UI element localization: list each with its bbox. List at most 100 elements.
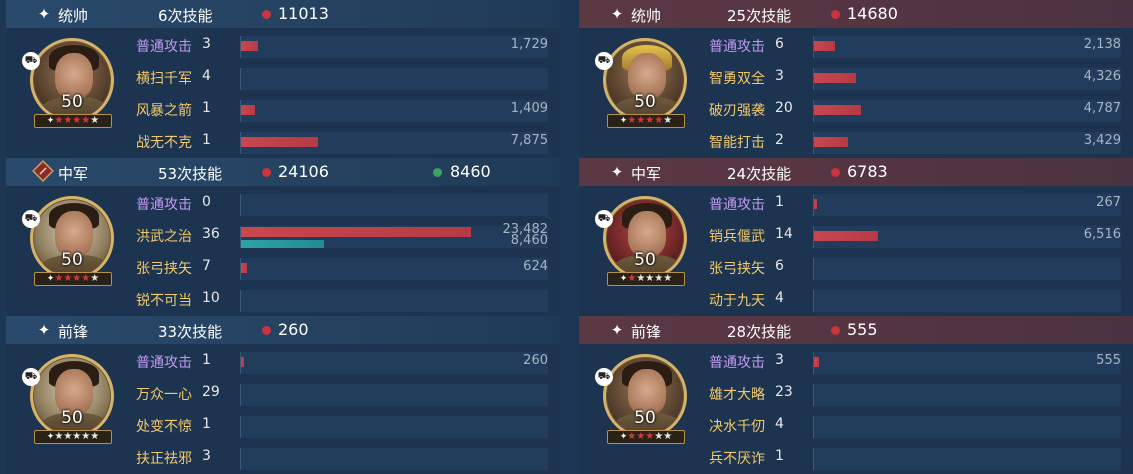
skill-name[interactable]: 普通攻击: [136, 352, 192, 372]
total-damage: 14680: [847, 4, 898, 23]
star-icon: ★: [654, 431, 664, 442]
section-body: 50 ✦★★★★★ ⛟ 普通攻击 1 267 销兵偃武 14 6,516 张弓挟矢 6 动于九天 4: [579, 186, 1133, 316]
skill-name[interactable]: 破刃强袭: [709, 100, 765, 120]
star-icon: ★: [645, 273, 655, 284]
general-card[interactable]: 50 ✦★★★★★: [30, 38, 114, 130]
skill-name[interactable]: 洪武之治: [136, 226, 192, 246]
skill-name[interactable]: 扶正祛邪: [136, 448, 192, 468]
skill-use-count: 2: [775, 132, 784, 148]
damage-value: 4,326: [1083, 69, 1121, 84]
skill-row: 普通攻击 0: [136, 190, 560, 220]
total-damage: 6783: [847, 162, 888, 181]
skill-name[interactable]: 普通攻击: [709, 194, 765, 214]
skill-use-count: 6: [775, 36, 784, 52]
skill-name[interactable]: 决水千仞: [709, 416, 765, 436]
skill-name[interactable]: 横扫千军: [136, 68, 192, 88]
bar-track: [813, 258, 1121, 280]
damage-dot-icon: [831, 10, 840, 19]
right-team-panel: ✦ 统帅 25次技能 14680 50 ✦★★★★★ ⛟ 普通攻击 6 2,138 智勇双全 3 4,3…: [579, 0, 1133, 474]
skill-name[interactable]: 普通攻击: [136, 36, 192, 56]
section-header: ✦ 前锋 28次技能 555: [579, 316, 1133, 344]
skill-name[interactable]: 张弓挟矢: [136, 258, 192, 278]
bar-track: [240, 100, 548, 122]
troop-type-icon: ⛟: [22, 210, 40, 228]
sparkle-icon: ✦: [610, 321, 624, 339]
star-icon: ★: [63, 273, 73, 284]
skill-name[interactable]: 动于九天: [709, 290, 765, 310]
heal-bar: [241, 240, 324, 248]
damage-bar: [241, 105, 255, 115]
skill-name[interactable]: 风暴之箭: [136, 100, 192, 120]
skill-cast-count: 33次技能: [158, 323, 223, 341]
general-card[interactable]: 50 ✦★★★★★: [603, 196, 687, 288]
general-card[interactable]: 50 ✦★★★★★: [603, 38, 687, 130]
sparkle-icon: ✦: [610, 163, 624, 181]
skill-row: 万众一心 29: [136, 380, 560, 410]
damage-bar: [241, 263, 247, 273]
skill-use-count: 1: [775, 194, 784, 210]
star-icon: ★: [81, 431, 91, 442]
star-icon: ★: [627, 431, 637, 442]
star-icon: ★: [54, 115, 64, 126]
star-icon: ★: [645, 115, 655, 126]
bar-track: [813, 36, 1121, 58]
skill-name[interactable]: 处变不惊: [136, 416, 192, 436]
role-label: 中军: [631, 165, 662, 183]
role-label: 前锋: [58, 323, 89, 341]
skill-name[interactable]: 销兵偃武: [709, 226, 765, 246]
skill-use-count: 14: [775, 226, 793, 242]
star-icon: ★: [636, 273, 646, 284]
star-rating: ✦★★★★★: [34, 272, 112, 286]
damage-dot-icon: [831, 168, 840, 177]
star-icon: ★: [63, 115, 73, 126]
total-damage: 555: [847, 320, 878, 339]
skill-name[interactable]: 战无不克: [136, 132, 192, 152]
star-icon: ★: [654, 115, 664, 126]
damage-dot-icon: [262, 168, 271, 177]
bar-track: [240, 194, 548, 216]
general-level: 50: [61, 408, 83, 428]
general-section: 中军 53次技能 24106 8460 50 ✦★★★★★ ⛟ 普通攻击 0 洪武之治 36 23,4…: [6, 158, 560, 316]
star-rating: ✦★★★★★: [607, 430, 685, 444]
bar-track: [240, 258, 548, 280]
skill-name[interactable]: 智能打击: [709, 132, 765, 152]
skill-name[interactable]: 万众一心: [136, 384, 192, 404]
troop-type-icon: ⛟: [22, 52, 40, 70]
skill-use-count: 20: [775, 100, 793, 116]
skill-use-count: 0: [202, 194, 211, 210]
skill-name[interactable]: 普通攻击: [709, 352, 765, 372]
skill-use-count: 29: [202, 384, 220, 400]
skill-name[interactable]: 普通攻击: [136, 194, 192, 214]
star-icon: ★: [90, 431, 100, 442]
skill-use-count: 1: [202, 100, 211, 116]
bar-track: [240, 290, 548, 312]
skill-row: 战无不克 1 7,875: [136, 128, 560, 158]
skill-row: 扶正祛邪 3: [136, 444, 560, 474]
damage-bar: [814, 41, 835, 51]
general-card[interactable]: 50 ✦★★★★★: [30, 196, 114, 288]
general-section: ✦ 统帅 25次技能 14680 50 ✦★★★★★ ⛟ 普通攻击 6 2,138 智勇双全 3 4,3…: [579, 0, 1133, 158]
damage-bar: [814, 137, 848, 147]
role-label: 统帅: [58, 7, 89, 25]
general-section: ✦ 中军 24次技能 6783 50 ✦★★★★★ ⛟ 普通攻击 1 267 销兵偃武 14 6,516…: [579, 158, 1133, 316]
skill-name[interactable]: 兵不厌诈: [709, 448, 765, 468]
skill-name[interactable]: 普通攻击: [709, 36, 765, 56]
bar-track: [813, 352, 1121, 374]
damage-value: 555: [1096, 353, 1121, 368]
bar-track: [240, 352, 548, 374]
general-level: 50: [634, 92, 656, 112]
damage-value: 624: [523, 259, 548, 274]
section-header: ✦ 前锋 33次技能 260: [6, 316, 560, 344]
skill-name[interactable]: 智勇双全: [709, 68, 765, 88]
skill-row: 横扫千军 4: [136, 64, 560, 94]
general-card[interactable]: 50 ✦★★★★★: [30, 354, 114, 446]
general-card[interactable]: 50 ✦★★★★★: [603, 354, 687, 446]
skill-row: 兵不厌诈 1: [709, 444, 1133, 474]
skill-name[interactable]: 雄才大略: [709, 384, 765, 404]
skill-row: 智勇双全 3 4,326: [709, 64, 1133, 94]
skill-name[interactable]: 锐不可当: [136, 290, 192, 310]
section-body: 50 ✦★★★★★ ⛟ 普通攻击 3 555 雄才大略 23 决水千仞 4 兵不厌诈 1: [579, 344, 1133, 474]
skill-name[interactable]: 张弓挟矢: [709, 258, 765, 278]
skill-row: 销兵偃武 14 6,516: [709, 222, 1133, 252]
damage-bar: [814, 199, 817, 209]
